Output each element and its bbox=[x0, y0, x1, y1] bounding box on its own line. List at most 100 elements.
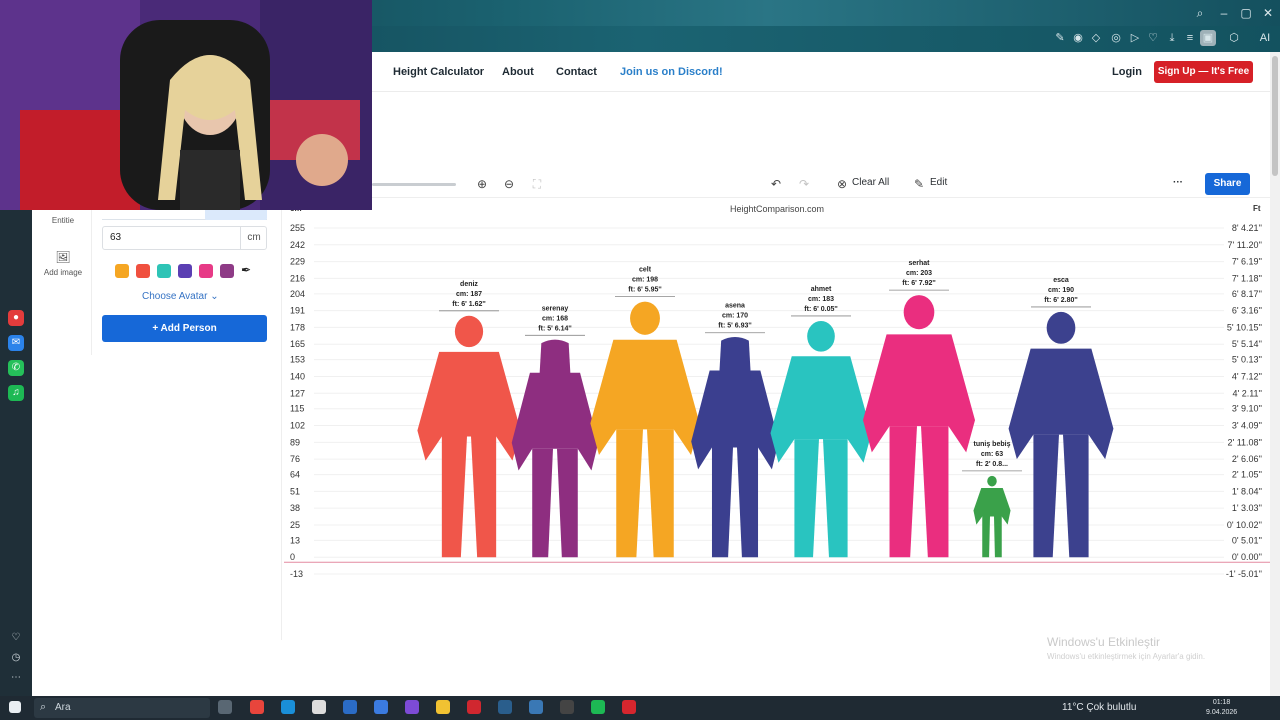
person-height-cm: cm: 198 bbox=[632, 277, 658, 284]
messenger-icon[interactable]: ✉ bbox=[8, 335, 24, 351]
heart-icon[interactable]: ♡ bbox=[1145, 30, 1161, 46]
chrome-icon[interactable] bbox=[250, 700, 264, 714]
person-height-ft: ft: 6' 1.62'' bbox=[452, 301, 486, 308]
signup-button[interactable]: Sign Up — It's Free bbox=[1154, 61, 1253, 83]
height-value[interactable]: 63 bbox=[110, 232, 121, 243]
person-figure-asena[interactable] bbox=[691, 337, 779, 558]
nav-contact[interactable]: Contact bbox=[556, 66, 597, 78]
person-figure-celt[interactable] bbox=[590, 301, 700, 558]
opera-app-icon[interactable]: ● bbox=[8, 310, 24, 326]
login-link[interactable]: Login bbox=[1112, 66, 1142, 78]
clear-all-button[interactable]: Clear All bbox=[852, 177, 889, 188]
color-swatch[interactable] bbox=[136, 264, 150, 278]
download-icon[interactable]: ⤓ bbox=[1164, 30, 1180, 46]
nav-discord[interactable]: Join us on Discord! bbox=[620, 66, 723, 78]
browser-search-icon[interactable]: ⌕ bbox=[1190, 4, 1210, 22]
share-button[interactable]: Share bbox=[1205, 173, 1250, 195]
camera-icon[interactable]: ◉ bbox=[1070, 30, 1086, 46]
app-icon[interactable] bbox=[529, 700, 543, 714]
zoom-in-icon[interactable]: ⊕ bbox=[474, 176, 490, 192]
figure-leg-right bbox=[471, 436, 497, 558]
clock[interactable]: 01:18 9.04.2026 bbox=[1206, 698, 1237, 718]
store-icon[interactable] bbox=[312, 700, 326, 714]
zoom-slider[interactable] bbox=[372, 183, 456, 186]
heart-icon[interactable]: ♡ bbox=[8, 632, 24, 646]
more-icon[interactable]: ⋯ bbox=[8, 672, 24, 686]
maximize-icon[interactable]: ▢ bbox=[1236, 4, 1256, 22]
close-icon[interactable]: ✕ bbox=[1258, 4, 1278, 22]
vpn-icon[interactable]: ◎ bbox=[1108, 30, 1124, 46]
app-icon[interactable] bbox=[374, 700, 388, 714]
person-figure-ahmet[interactable] bbox=[770, 320, 872, 558]
person-figure-serhat[interactable] bbox=[862, 295, 976, 558]
tick-label-ft: -1' -5.01'' bbox=[1226, 569, 1262, 579]
task-view-icon[interactable] bbox=[218, 700, 232, 714]
rail-add-image[interactable]: Add image bbox=[36, 268, 90, 277]
person-name: deniz bbox=[460, 281, 478, 288]
history-icon[interactable]: ◷ bbox=[8, 652, 24, 666]
activation-watermark-sub: Windows'u etkinleştirmek için Ayarlar'a … bbox=[1047, 652, 1206, 661]
weather-text[interactable]: 11°C Çok bulutlu bbox=[1062, 702, 1136, 713]
play-icon[interactable]: ▷ bbox=[1127, 30, 1143, 46]
search-icon: ⌕ bbox=[40, 701, 47, 713]
steam-icon[interactable] bbox=[498, 700, 512, 714]
person-height-ft: ft: 5' 6.14'' bbox=[538, 325, 572, 332]
color-swatch[interactable] bbox=[220, 264, 234, 278]
minimize-icon[interactable]: – bbox=[1214, 4, 1234, 22]
scrollbar-thumb[interactable] bbox=[1272, 56, 1278, 176]
person-figure-tuniş-bebiş[interactable] bbox=[973, 475, 1011, 558]
nav-about[interactable]: About bbox=[502, 66, 534, 78]
app-icon[interactable] bbox=[405, 700, 419, 714]
color-swatch[interactable] bbox=[199, 264, 213, 278]
obs-icon[interactable] bbox=[560, 700, 574, 714]
color-swatch[interactable] bbox=[115, 264, 129, 278]
spotify-icon[interactable]: ♫ bbox=[8, 385, 24, 401]
person-figure-esca[interactable] bbox=[1008, 311, 1114, 558]
choose-avatar-link[interactable]: Choose Avatar ⌄ bbox=[142, 291, 219, 302]
tick-label-cm: 127 bbox=[290, 388, 305, 398]
height-chart[interactable]: 255 8' 4.21'' 242 7' 11.20'' 229 7' 6.19'' 216… bbox=[284, 218, 1270, 584]
tick-label-ft: 3' 4.09'' bbox=[1232, 421, 1262, 431]
folder-icon[interactable] bbox=[436, 700, 450, 714]
add-person-button[interactable]: + Add Person bbox=[102, 315, 267, 342]
tick-label-cm: 153 bbox=[290, 355, 305, 365]
zoom-out-icon[interactable]: ⊖ bbox=[501, 176, 517, 192]
mail-icon[interactable] bbox=[343, 700, 357, 714]
person-figure-deniz[interactable] bbox=[417, 315, 521, 558]
menu-icon[interactable]: ≡ bbox=[1182, 30, 1198, 46]
tick-label-cm: 191 bbox=[290, 306, 305, 316]
tick-label-ft: 1' 3.03'' bbox=[1232, 503, 1262, 513]
eyedropper-icon[interactable]: ✒ bbox=[241, 263, 251, 277]
redo-icon[interactable]: ↷ bbox=[796, 176, 812, 192]
color-swatch[interactable] bbox=[157, 264, 171, 278]
person-name: celt bbox=[639, 267, 652, 274]
person-height-cm: cm: 170 bbox=[722, 313, 748, 320]
app-icon[interactable] bbox=[622, 700, 636, 714]
taskbar-search-text[interactable]: Ara bbox=[55, 702, 71, 713]
unit-select[interactable]: cm bbox=[240, 226, 267, 250]
color-swatch[interactable] bbox=[178, 264, 192, 278]
undo-icon[interactable]: ↶ bbox=[768, 176, 784, 192]
rail-entities[interactable]: Entitie bbox=[36, 216, 90, 225]
ai-button[interactable]: AI bbox=[1254, 30, 1276, 46]
opera-icon[interactable] bbox=[467, 700, 481, 714]
figure-head bbox=[903, 295, 935, 330]
wallet-icon[interactable]: ▣ bbox=[1200, 30, 1216, 46]
box-icon[interactable]: ⬡ bbox=[1226, 30, 1242, 46]
fit-icon[interactable]: ⛶ bbox=[529, 176, 545, 192]
spotify-icon[interactable] bbox=[591, 700, 605, 714]
tick-label-cm: 229 bbox=[290, 257, 305, 267]
edit-icon[interactable]: ✎ bbox=[1052, 30, 1068, 46]
windows-start-icon[interactable] bbox=[9, 701, 21, 713]
figure-leg-left bbox=[532, 448, 553, 558]
clock-time: 01:18 bbox=[1212, 699, 1231, 706]
edge-icon[interactable] bbox=[281, 700, 295, 714]
nav-height-calculator[interactable]: Height Calculator bbox=[393, 66, 484, 78]
whatsapp-icon[interactable]: ✆ bbox=[8, 360, 24, 376]
figure-head bbox=[1046, 311, 1076, 344]
shield-icon[interactable]: ◇ bbox=[1088, 30, 1104, 46]
more-options-button[interactable]: ··· bbox=[1173, 177, 1183, 188]
person-height-cm: cm: 187 bbox=[456, 291, 482, 298]
edit-button[interactable]: Edit bbox=[930, 177, 947, 188]
tick-label-ft: 7' 11.20'' bbox=[1227, 240, 1262, 250]
